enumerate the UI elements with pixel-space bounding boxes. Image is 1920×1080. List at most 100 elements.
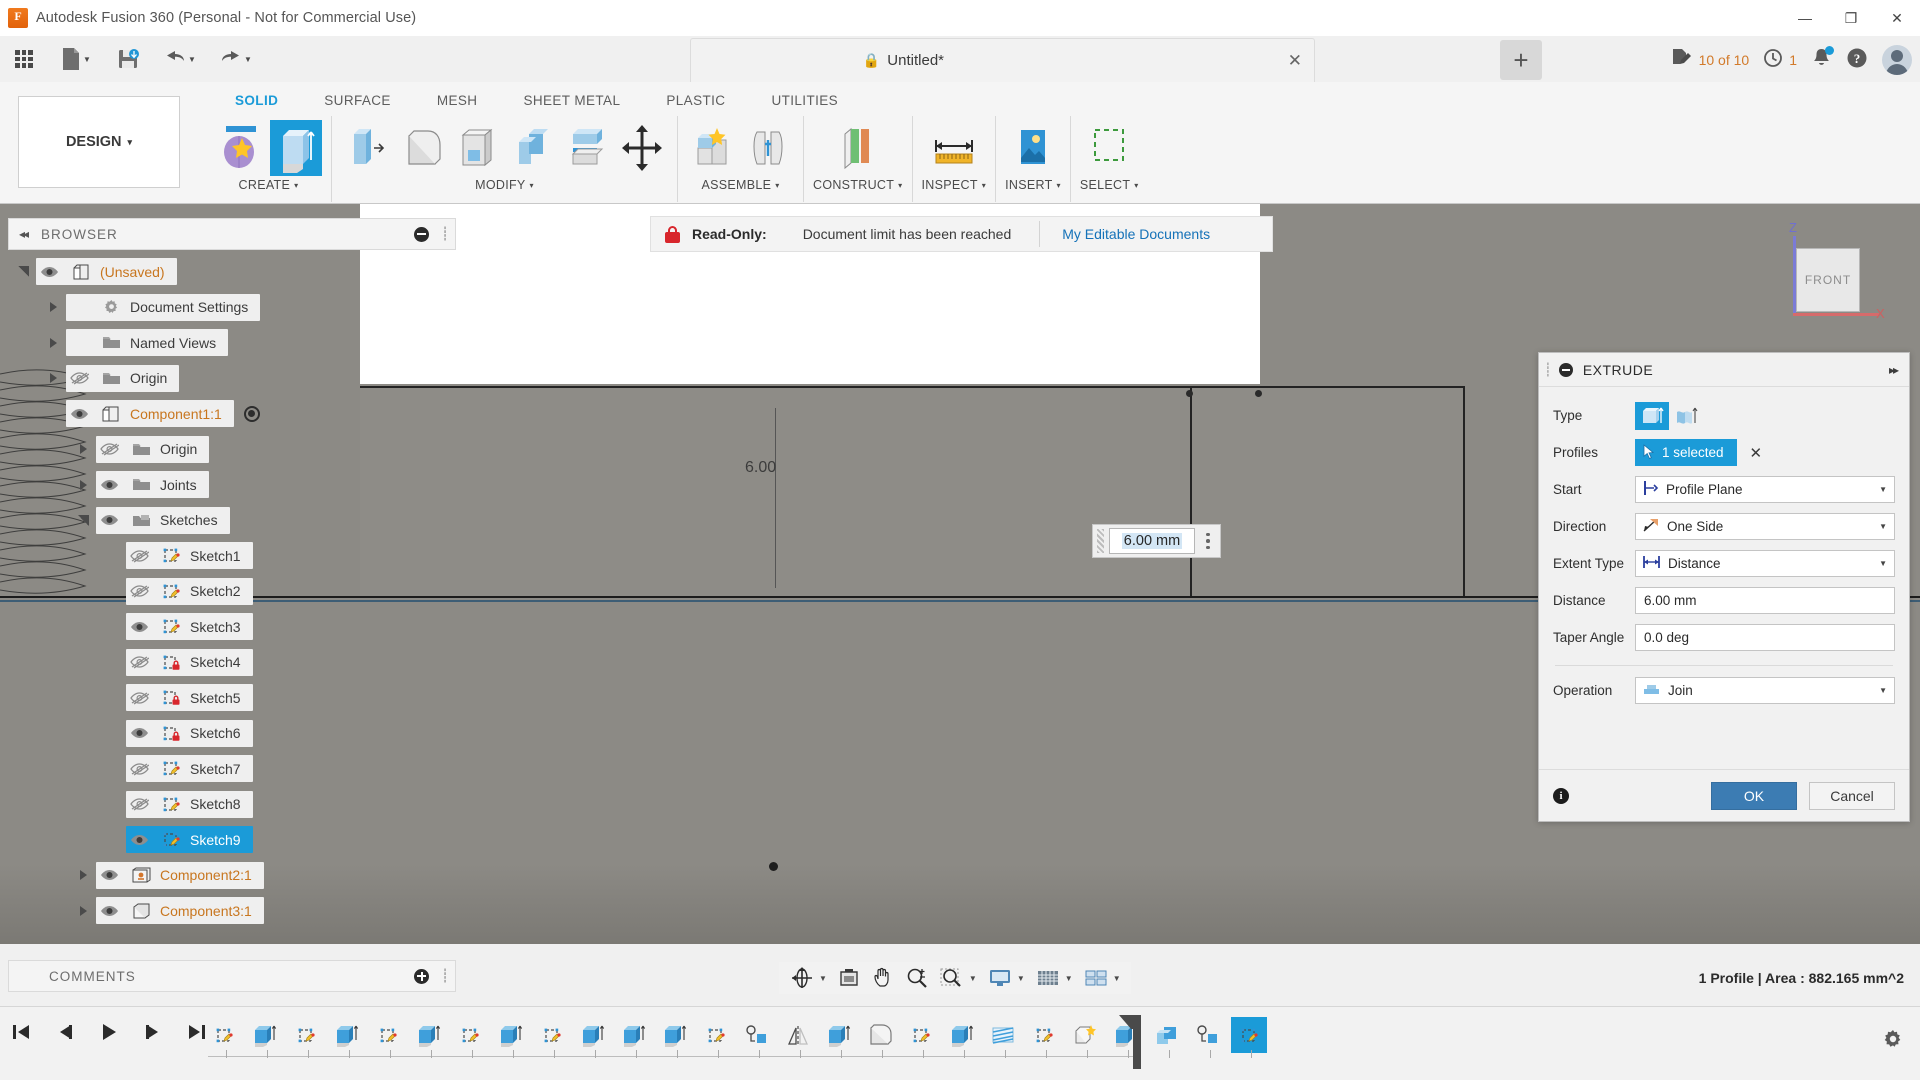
version-history[interactable]: 1 (1763, 48, 1797, 73)
play-icon[interactable] (98, 1021, 120, 1048)
browser-node-body[interactable]: Sketch8 (126, 791, 253, 818)
timeline-sketch-feature[interactable] (1026, 1017, 1062, 1053)
chevron-right-icon[interactable] (70, 870, 96, 880)
panel-modify-label-group[interactable]: MODIFY ▾ (475, 178, 534, 192)
browser-node-sketch5[interactable]: Sketch5 (0, 680, 460, 716)
timeline-extrude-feature[interactable] (247, 1017, 283, 1053)
distance-field[interactable]: 6.00 mm (1635, 587, 1895, 614)
redo-icon[interactable]: ▼ (208, 42, 264, 76)
timeline-sketch-feature[interactable] (288, 1017, 324, 1053)
chevron-right-icon[interactable] (70, 906, 96, 916)
grid-snaps-caret-icon[interactable]: ▼ (1065, 974, 1073, 983)
browser-node-sketch1[interactable]: Sketch1 (0, 538, 460, 574)
snap-point-left[interactable] (1186, 390, 1193, 397)
browser-node-component3-1[interactable]: Component3:1 (0, 893, 460, 929)
extrude-dialog-titlebar[interactable]: ┊ EXTRUDE ▸▸ (1539, 353, 1909, 387)
gear-icon[interactable] (1882, 1029, 1904, 1056)
chevron-down-icon[interactable] (10, 266, 36, 277)
notifications-button[interactable] (1811, 47, 1832, 74)
combine-icon[interactable] (506, 120, 558, 176)
chevron-right-icon[interactable] (70, 480, 96, 490)
panel-create-label-group[interactable]: CREATE ▾ (239, 178, 299, 192)
orbit-icon[interactable]: ▼ (785, 964, 831, 992)
undo-icon[interactable]: ▼ (152, 42, 208, 76)
go-to-end-icon[interactable] (186, 1021, 208, 1048)
timeline-extrude-feature[interactable] (411, 1017, 447, 1053)
taper-angle-field[interactable]: 0.0 deg (1635, 624, 1895, 651)
panel-construct-label-group[interactable]: CONSTRUCT ▾ (813, 178, 903, 192)
operation-dropdown[interactable]: Join ▼ (1635, 677, 1895, 704)
browser-node-body[interactable]: Sketch6 (126, 720, 253, 747)
eye-hidden-icon[interactable] (66, 371, 92, 385)
expand-icon[interactable]: ▸▸ (1889, 363, 1897, 377)
eye-visible-icon[interactable] (96, 904, 122, 918)
cancel-button[interactable]: Cancel (1809, 782, 1895, 810)
browser-node-component1-1[interactable]: Component1:1 (0, 396, 460, 432)
chevron-right-icon[interactable] (40, 373, 66, 383)
select-window-icon[interactable] (1083, 120, 1135, 176)
eye-hidden-icon[interactable] (126, 549, 152, 563)
panel-insert-label-group[interactable]: INSERT ▾ (1005, 178, 1061, 192)
split-body-icon[interactable] (561, 120, 613, 176)
extrude-dialog[interactable]: ┊ EXTRUDE ▸▸ Type Profiles (1538, 352, 1910, 822)
move-copy-icon[interactable] (616, 120, 668, 176)
browser-resize-grip[interactable]: ┊ (441, 226, 449, 242)
press-pull-icon[interactable] (341, 120, 393, 176)
eye-hidden-icon[interactable] (126, 762, 152, 776)
new-document-tab-button[interactable]: + (1500, 40, 1542, 80)
browser-node-body[interactable]: Sketch3 (126, 613, 253, 640)
timeline-rigid-group-feature[interactable] (739, 1017, 775, 1053)
timeline-extrude-feature[interactable] (616, 1017, 652, 1053)
viewcube-front-face[interactable]: FRONT (1796, 248, 1860, 312)
browser-node-sketch4[interactable]: Sketch4 (0, 645, 460, 681)
tab-utilities[interactable]: UTILITIES (748, 87, 861, 115)
eye-visible-icon[interactable] (126, 726, 152, 740)
eye-visible-icon[interactable] (96, 513, 122, 527)
tab-surface[interactable]: SURFACE (301, 87, 414, 115)
document-tab[interactable]: 🔒 Untitled* ✕ (690, 38, 1315, 82)
tab-solid[interactable]: SOLID (212, 87, 301, 115)
maximize-button[interactable]: ❐ (1828, 0, 1874, 36)
browser-node-origin[interactable]: Origin (0, 361, 460, 397)
display-settings-icon[interactable]: ▼ (983, 964, 1029, 992)
browser-node-body[interactable]: Component2:1 (96, 862, 264, 889)
browser-node-sketch3[interactable]: Sketch3 (0, 609, 460, 645)
chevron-down-icon[interactable] (70, 515, 96, 526)
browser-node-body[interactable]: Origin (96, 436, 209, 463)
browser-node-body[interactable]: Origin (66, 365, 179, 392)
browser-node-sketch2[interactable]: Sketch2 (0, 574, 460, 610)
timeline-extrude-feature[interactable] (493, 1017, 529, 1053)
fillet-icon[interactable] (396, 120, 448, 176)
eye-hidden-icon[interactable] (96, 442, 122, 456)
extrude-icon[interactable] (270, 120, 322, 176)
display-settings-caret-icon[interactable]: ▼ (1017, 974, 1025, 983)
chevron-down-icon[interactable]: ▼ (1879, 485, 1887, 494)
viewports-caret-icon[interactable]: ▼ (1113, 974, 1121, 983)
timeline-sketch-feature[interactable] (452, 1017, 488, 1053)
browser-node-body[interactable]: Sketches (96, 507, 230, 534)
timeline-sketch-feature[interactable] (534, 1017, 570, 1053)
timeline-extrude-feature[interactable] (329, 1017, 365, 1053)
browser-node-body[interactable]: Sketch7 (126, 755, 253, 782)
panel-select-label-group[interactable]: SELECT ▾ (1080, 178, 1139, 192)
timeline-mirror-feature[interactable] (780, 1017, 816, 1053)
create-sketch-icon[interactable] (215, 120, 267, 176)
orbit-caret-icon[interactable]: ▼ (819, 974, 827, 983)
browser-node-sketches[interactable]: Sketches (0, 503, 460, 539)
browser-node-sketch7[interactable]: Sketch7 (0, 751, 460, 787)
browser-node-document-settings[interactable]: Document Settings (0, 290, 460, 326)
zoom-window-caret-icon[interactable]: ▼ (969, 974, 977, 983)
browser-node-sketch6[interactable]: Sketch6 (0, 716, 460, 752)
eye-hidden-icon[interactable] (126, 655, 152, 669)
snap-point-right[interactable] (1255, 390, 1262, 397)
activate-component-radio[interactable] (244, 406, 260, 422)
eye-visible-icon[interactable] (126, 833, 152, 847)
tab-mesh[interactable]: MESH (414, 87, 501, 115)
panel-inspect-label-group[interactable]: INSPECT ▾ (922, 178, 987, 192)
clear-selection-icon[interactable]: ✕ (1750, 444, 1763, 462)
go-to-beginning-icon[interactable] (10, 1021, 32, 1048)
chevron-down-icon[interactable]: ▼ (1879, 559, 1887, 568)
browser-node-named-views[interactable]: Named Views (0, 325, 460, 361)
offset-plane-icon[interactable] (832, 120, 884, 176)
close-button[interactable]: ✕ (1874, 0, 1920, 36)
